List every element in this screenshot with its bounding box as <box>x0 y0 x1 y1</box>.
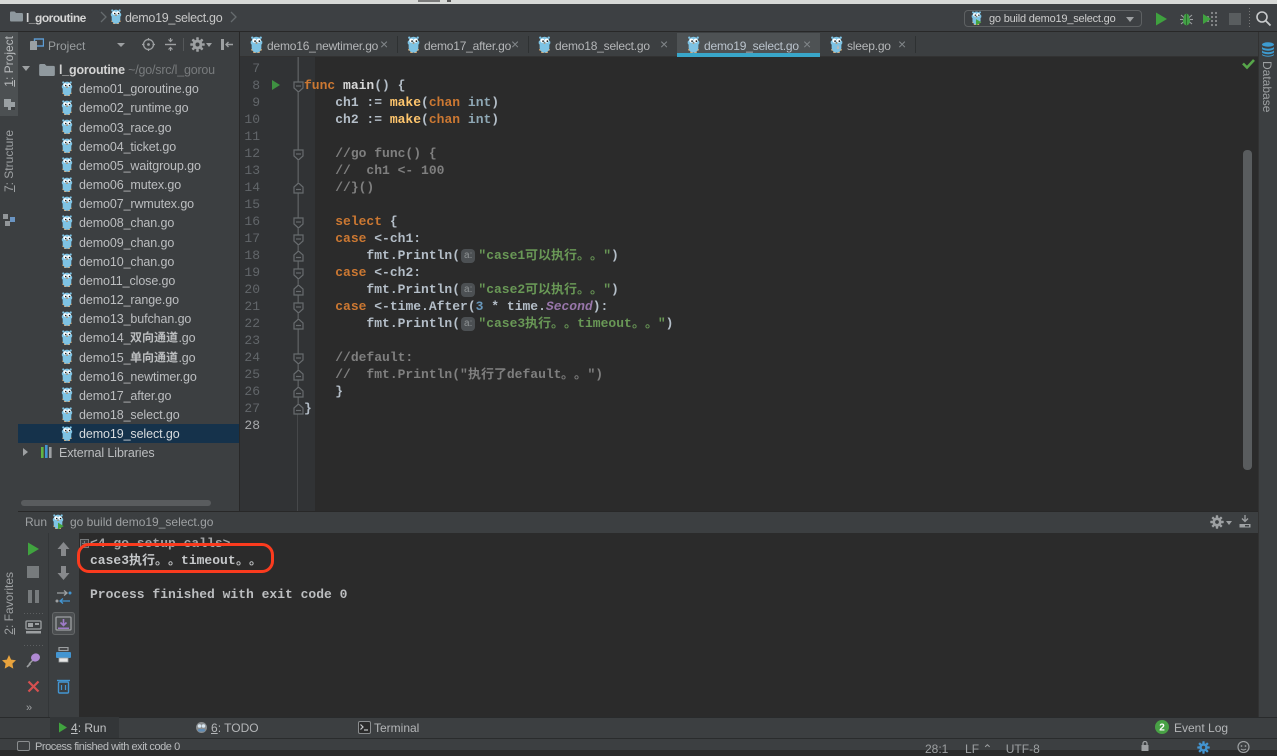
svg-text:2: 2 <box>1159 723 1165 734</box>
